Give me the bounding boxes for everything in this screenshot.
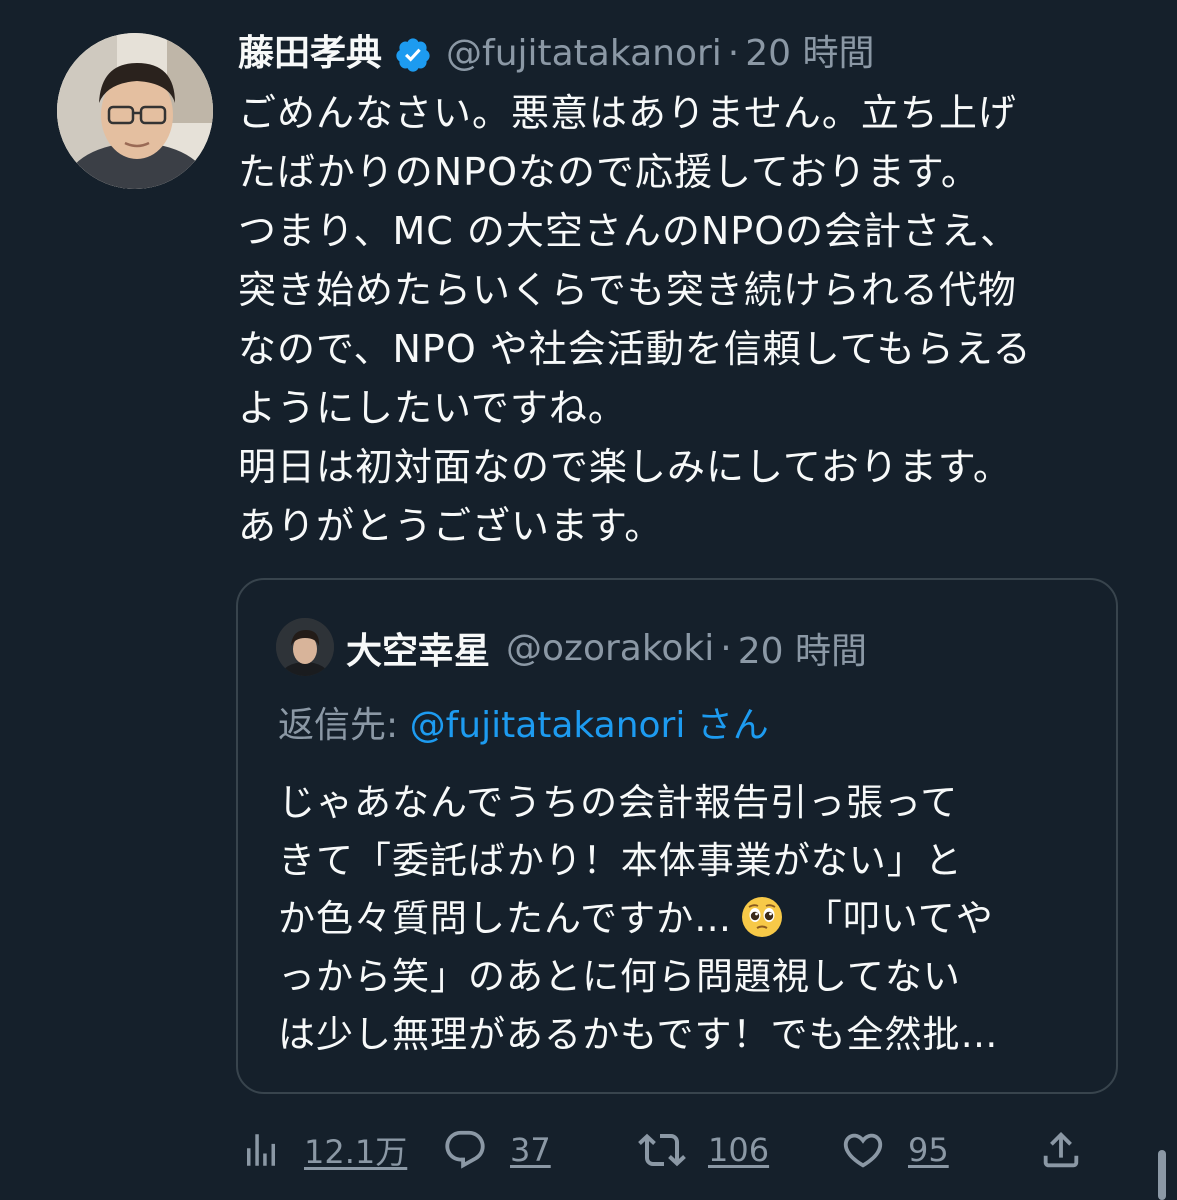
separator-dot: ·	[720, 627, 732, 669]
pleading-face-emoji	[740, 895, 784, 939]
reply-to-suffix: さん	[685, 705, 769, 746]
retweet-count: 106	[708, 1131, 770, 1169]
tweet-text-line: 突き始めたらいくらでも突き続けられる代物	[238, 268, 1017, 312]
reply-icon	[445, 1130, 485, 1169]
tweet-page: 藤田孝典 @fujitatakanori · 20 時間 ごめんなさい。悪意はあ…	[0, 0, 1177, 1200]
author-handle[interactable]: @fujitatakanori	[446, 26, 722, 82]
reply-count: 37	[510, 1131, 551, 1169]
tweet-text-line: なので、NPO や社会活動を信頼してもらえる	[238, 327, 1032, 371]
reply-to-mention[interactable]: @fujitatakanori	[410, 705, 686, 746]
tweet-text-line: ようにしたいですね。	[238, 386, 627, 430]
retweet-icon	[638, 1133, 686, 1167]
tweet-text-line: ごめんなさい。悪意はありません。立ち上げ	[238, 91, 1017, 135]
like-count: 95	[908, 1131, 949, 1169]
like-icon	[843, 1133, 883, 1168]
quoted-text-line: か色々質問したんですか… 「叩いてや	[278, 890, 1098, 948]
quoted-text-line: っから笑」のあとに何ら問題視してない	[278, 955, 961, 998]
separator-dot: ·	[727, 33, 740, 74]
tweet-text: ごめんなさい。悪意はありません。立ち上げ たばかりのNPOなので応援しております…	[238, 84, 1138, 556]
quoted-text-line: じゃあなんでうちの会計報告引っ張って	[278, 781, 959, 824]
quoted-text-line: きて「委託ばかり！本体事業がない」と	[278, 839, 963, 882]
retweet-button[interactable]: 106	[638, 1120, 769, 1180]
views-count: 12.1万	[304, 1133, 408, 1171]
scrollbar-thumb[interactable]	[1158, 1150, 1166, 1200]
quoted-tweet-header: 大空幸星 @ozorakoki · 20 時間	[346, 620, 867, 676]
views-icon	[247, 1134, 275, 1166]
reply-to-prefix: 返信先:	[278, 705, 410, 746]
tweet-action-bar: 12.1万 37 106 95	[240, 1120, 1100, 1180]
quoted-author-avatar[interactable]	[276, 618, 334, 676]
share-icon	[1043, 1131, 1079, 1168]
tweet-header: 藤田孝典 @fujitatakanori · 20 時間	[238, 26, 875, 82]
verified-badge-icon[interactable]	[394, 35, 432, 73]
quoted-tweet-timestamp[interactable]: 20 時間	[738, 622, 867, 674]
like-button[interactable]: 95	[840, 1120, 949, 1180]
tweet-text-line: ありがとうございます。	[238, 504, 664, 548]
quoted-author-name[interactable]: 大空幸星	[346, 622, 490, 674]
author-name[interactable]: 藤田孝典	[238, 26, 382, 82]
quoted-tweet-text: じゃあなんでうちの会計報告引っ張って きて「委託ばかり！本体事業がない」と か色…	[278, 774, 1098, 1064]
quoted-author-handle[interactable]: @ozorakoki	[506, 628, 714, 669]
tweet-timestamp[interactable]: 20 時間	[745, 26, 874, 82]
reply-button[interactable]: 37	[442, 1120, 551, 1180]
tweet-text-line: つまり、MC の大空さんのNPOの会計さえ、	[238, 209, 1020, 253]
tweet-text-line: 明日は初対面なので楽しみにしております。	[238, 445, 1012, 489]
views-button[interactable]: 12.1万	[240, 1120, 407, 1180]
tweet-text-line: たばかりのNPOなので応援しております。	[238, 150, 980, 194]
author-avatar[interactable]	[57, 33, 213, 189]
quoted-text-segment: 「叩いてや	[792, 897, 994, 940]
share-button[interactable]	[1038, 1120, 1106, 1180]
quoted-text-line: は少し無理があるかもです！でも全然批…	[278, 1013, 999, 1056]
quoted-tweet-card[interactable]: 大空幸星 @ozorakoki · 20 時間 返信先: @fujitataka…	[236, 578, 1118, 1094]
reply-to-line: 返信先: @fujitatakanori さん	[278, 698, 769, 754]
quoted-text-segment: か色々質問したんですか…	[278, 897, 733, 940]
